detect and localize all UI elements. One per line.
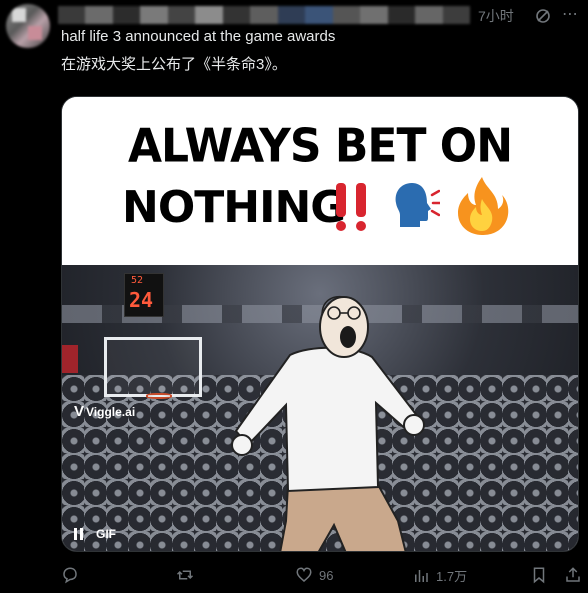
arena-scene: 52 24 V Viggle.ai GIF [62,265,578,551]
shot-clock: 52 24 [124,273,164,317]
double-exclamation-icon [336,183,366,231]
pause-icon[interactable] [74,528,86,540]
views-count: 1.7万 [436,569,468,584]
bookmark-button[interactable] [530,566,548,584]
post-media-gif[interactable]: ALWAYS BET ON NOTHING 52 24 V Viggle.ai … [61,96,579,552]
share-icon [566,567,580,582]
like-count: 96 [319,567,334,583]
repost-button[interactable] [176,566,200,584]
reply-button[interactable] [61,566,85,584]
post-text-english: half life 3 announced at the game awards [61,28,336,45]
action-bar: 96 1.7万 [0,566,588,588]
like-icon [296,567,312,582]
like-button[interactable]: 96 [295,566,333,584]
tweet-card: 7小时 ⋯ half life 3 announced at the game … [0,0,588,593]
gif-badge: GIF [96,527,116,541]
gif-controls[interactable]: GIF [74,527,116,541]
reply-icon [63,567,77,584]
wojak-meme-figure [231,295,425,551]
views-button[interactable]: 1.7万 [412,566,467,585]
avatar[interactable] [6,4,50,48]
more-icon[interactable]: ⋯ [562,7,580,24]
caption-line-2: NOTHING [122,182,346,233]
arena-sign [62,345,78,373]
repost-icon [176,570,194,580]
speaking-head-icon [395,183,440,227]
viggle-watermark-text: Viggle.ai [86,404,136,419]
share-button[interactable] [564,566,582,584]
post-text-chinese: 在游戏大奖上公布了《半条命3》。 [61,56,287,73]
shot-clock-top: 52 [131,275,144,286]
post-time[interactable]: 7小时 [478,6,514,26]
backboard [104,337,202,397]
fire-icon [458,177,509,235]
author-name-blurred[interactable] [58,6,471,24]
viggle-logo-icon: V [74,403,85,420]
caption-line-1: ALWAYS BET ON [127,119,513,174]
views-icon [415,569,428,582]
meme-caption: ALWAYS BET ON NOTHING [62,97,578,265]
shot-clock-value: 24 [129,288,154,312]
grok-icon[interactable] [535,8,551,24]
bookmark-icon [533,567,545,584]
basketball-rim [146,393,172,399]
viggle-watermark: V Viggle.ai [74,403,135,420]
